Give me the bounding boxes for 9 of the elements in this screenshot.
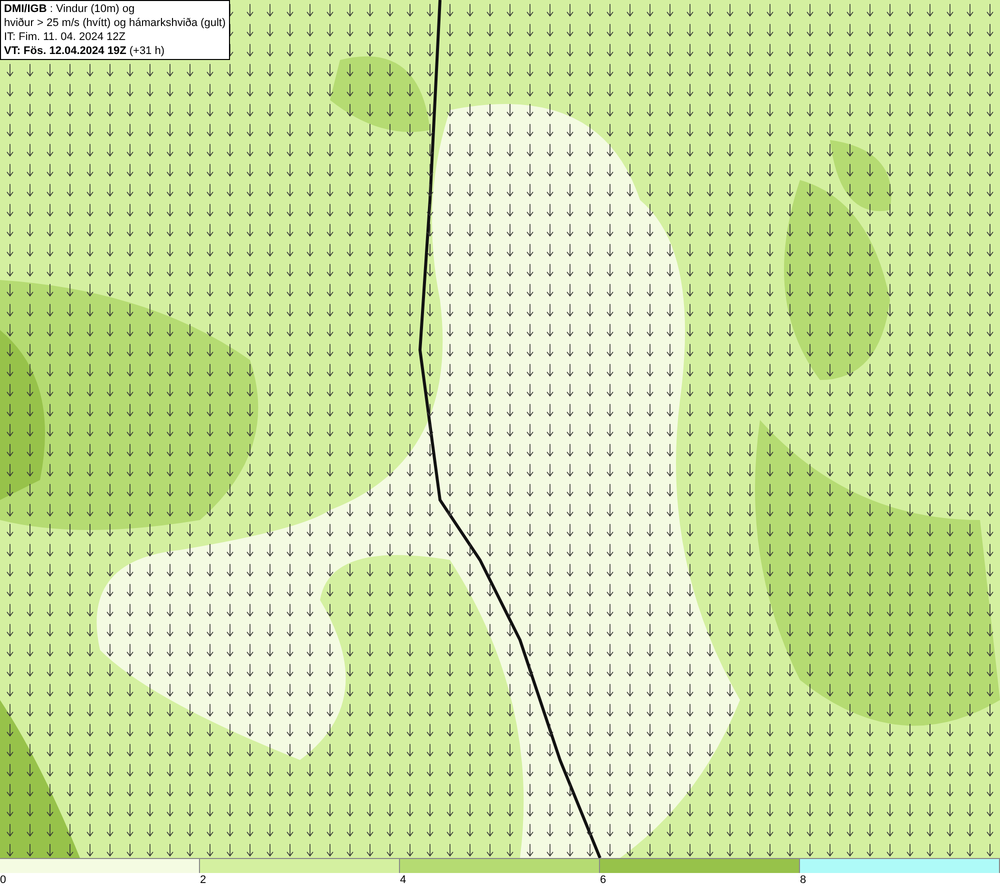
info-text: VT: Fös. 12.04.2024 19Z (+31 h): [4, 44, 166, 58]
legend-label: 2: [200, 873, 206, 887]
legend-label: 8: [800, 873, 806, 887]
legend-label: 4: [400, 873, 406, 887]
info-text: IT: Fim. 11. 04. 2024 12Z: [4, 30, 126, 44]
legend-label: 0: [0, 873, 6, 887]
info-text: hviður > 25 m/s (hvítt) og hámarkshviða (gult): [4, 16, 226, 30]
legend-label: 6: [600, 873, 606, 887]
info-text: DMI/IGB : Vindur (10m) og: [4, 2, 136, 16]
